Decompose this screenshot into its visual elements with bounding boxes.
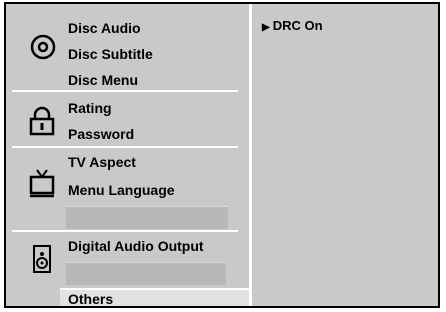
selection-marker-icon: ▶ [262,22,270,33]
menu-item-disc-menu[interactable]: Disc Menu [68,72,138,88]
empty-menu-slot [66,262,226,285]
menu-column: Disc Audio Disc Subtitle Disc Menu Ratin… [6,4,250,306]
menu-item-password[interactable]: Password [68,126,134,142]
menu-item-others[interactable]: Others [60,288,250,307]
lock-group: Rating Password [10,92,242,146]
speaker-icon [33,245,51,273]
option-drc-label: DRC On [272,18,323,33]
setup-menu-screen: Disc Audio Disc Subtitle Disc Menu Ratin… [4,2,440,308]
menu-item-tv-aspect[interactable]: TV Aspect [68,154,136,170]
menu-item-rating[interactable]: Rating [68,100,112,116]
tv-icon [29,169,55,198]
menu-item-menu-language[interactable]: Menu Language [68,182,175,198]
tv-group: TV Aspect Menu Language [10,148,242,230]
menu-item-others-label: Others [68,291,114,307]
menu-item-digital-audio-output[interactable]: Digital Audio Output [68,238,204,254]
option-drc[interactable]: ▶ DRC On [262,18,323,33]
disc-group: Disc Audio Disc Subtitle Disc Menu [10,4,242,88]
lock-icon [29,106,55,136]
disc-icon [30,34,56,60]
menu-item-disc-subtitle[interactable]: Disc Subtitle [68,46,153,62]
empty-menu-slot [66,206,228,229]
options-panel: ▶ DRC On [252,4,438,306]
speaker-group: Digital Audio Output [10,232,242,286]
menu-item-disc-audio[interactable]: Disc Audio [68,20,141,36]
